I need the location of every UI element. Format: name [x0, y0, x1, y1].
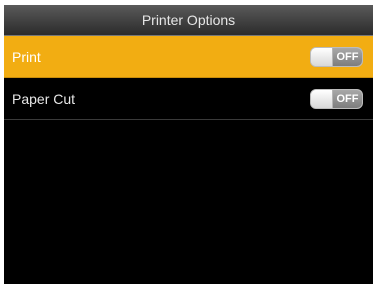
page-title: Printer Options [141, 12, 236, 28]
setting-label-print: Print [12, 48, 41, 65]
toggle-state-label: OFF [333, 89, 362, 108]
device-screen: Printer Options Print OFF Paper Cut OFF [4, 5, 373, 284]
setting-row-paper-cut[interactable]: Paper Cut OFF [4, 78, 373, 120]
toggle-knob [311, 47, 333, 66]
title-bar: Printer Options [4, 5, 373, 36]
toggle-state-label: OFF [333, 47, 362, 66]
paper-cut-toggle[interactable]: OFF [310, 88, 363, 109]
print-toggle[interactable]: OFF [310, 46, 363, 67]
setting-row-print[interactable]: Print OFF [4, 36, 373, 78]
setting-label-paper-cut: Paper Cut [12, 90, 76, 107]
toggle-knob [311, 89, 333, 108]
